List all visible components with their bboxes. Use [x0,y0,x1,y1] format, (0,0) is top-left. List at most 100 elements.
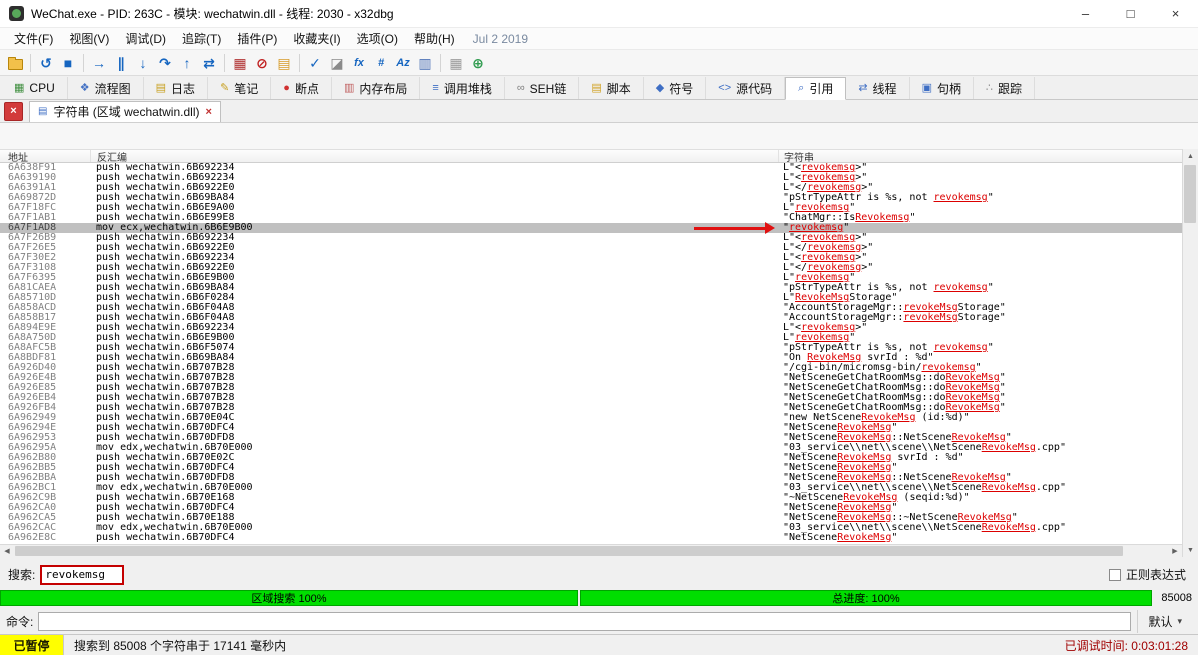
x32dbg-window: WeChat.exe - PID: 263C - 模块: wechatwin.d… [0,0,1198,655]
text-case-icon-glyph: Az [396,56,410,69]
check-icon-glyph: ✓ [309,54,321,71]
tab-label: 句柄 [936,81,961,96]
tab-strings-region[interactable]: ▤ 字符串 (区域 wechatwin.dll) × [29,100,221,122]
log-icon: ▤ [155,81,167,94]
tab-breakpoints[interactable]: ● 断点 [271,77,332,99]
tab-threads[interactable]: ⇄ 线程 [846,77,910,99]
command-input[interactable] [38,612,1132,631]
tab-notes[interactable]: ✎ 笔记 [208,77,272,99]
eraser-icon[interactable]: ◪ [326,52,348,74]
tab-handles[interactable]: ▣ 句柄 [910,77,974,99]
hash-icon-glyph: # [377,56,385,69]
search-match: RevokeMsg [981,482,1036,493]
progress-row: 区域搜索 100% 总进度: 100% 85008 [0,590,1198,606]
horizontal-scrollbar[interactable]: ◀ ▶ [0,544,1182,557]
log-page-icon[interactable]: ▤ [273,52,295,74]
tab-memory-map[interactable]: ▥ 内存布局 [332,77,421,99]
step-into-icon[interactable]: ↓ [132,52,154,74]
tab-call-stack[interactable]: ≡ 调用堆栈 [420,77,505,99]
total-progressbar: 总进度: 100% [580,590,1152,606]
tab-seh[interactable]: ∞ SEH链 [505,77,580,99]
close-all-tabs-button[interactable]: × [4,101,23,121]
scroll-down-icon[interactable]: ▼ [1183,543,1198,557]
menu-item[interactable]: 收藏夹(I) [285,28,348,49]
search-match: revokemsg [933,192,988,203]
close-button[interactable]: × [1153,0,1198,27]
tab-symbols[interactable]: ◆ 符号 [644,77,707,99]
tab-cpu[interactable]: ▦ CPU [2,77,68,99]
tab-label: 流程图 [94,81,131,96]
hash-icon[interactable]: # [370,52,392,74]
maximize-button[interactable]: □ [1108,0,1153,27]
step-over-icon[interactable]: ↷ [154,52,176,74]
menu-item[interactable]: 文件(F) [6,28,61,49]
minimize-button[interactable]: – [1063,0,1108,27]
tab-label: 断点 [294,81,319,96]
stop-icon[interactable]: ■ [57,52,79,74]
column-header-string[interactable]: 字符串 [778,150,1182,164]
vertical-scroll-thumb[interactable] [1184,165,1196,223]
tab-label: 源代码 [736,81,773,96]
search-match: revokemsg [933,282,988,293]
function-icon[interactable]: fx [348,52,370,74]
breakpoint-toggle-icon-glyph: ⊘ [256,54,268,71]
tab-log[interactable]: ▤ 日志 [144,77,209,99]
settings-icon[interactable]: ▦ [229,52,251,74]
vertical-scroll-track[interactable] [1183,163,1198,543]
tab-trace[interactable]: ∴ 跟踪 [974,77,1035,99]
grid-icon[interactable]: ▦ [445,52,467,74]
command-profile-select[interactable]: 默认 ▾ [1137,610,1192,633]
run-to-return-icon[interactable]: ↑ [176,52,198,74]
scroll-up-icon[interactable]: ▲ [1183,149,1198,163]
menu-item[interactable]: 选项(O) [349,28,406,49]
script-icon: ▤ [591,81,602,94]
globe-icon[interactable]: ⊕ [467,52,489,74]
debug-time: 已调试时间: 0:03:01:28 [1064,638,1188,653]
check-icon[interactable]: ✓ [304,52,326,74]
menu-item[interactable]: 帮助(H) [406,28,463,49]
vertical-scrollbar[interactable]: ▲ ▼ [1182,149,1198,557]
tab-label: CPU [29,81,55,95]
string-cell: "NetSceneRevokeMsg" [783,532,898,543]
tab-graph[interactable]: ❖ 流程图 [68,77,144,99]
columns-icon[interactable]: ▥ [414,52,436,74]
menu-item[interactable]: 追踪(T) [174,28,229,49]
strings-icon: ▤ [38,106,48,117]
menu-item[interactable]: 视图(V) [61,28,117,49]
text-case-icon[interactable]: Az [392,52,414,74]
scroll-left-icon[interactable]: ◀ [0,545,14,557]
annotation-arrow-icon [694,222,775,234]
tab-label: 笔记 [234,81,259,96]
table-row[interactable]: 6A962E8C push wechatwin.6B70DFC4 "NetScene… [0,533,1182,543]
window-title: WeChat.exe - PID: 263C - 模块: wechatwin.d… [31,7,394,21]
tab-script[interactable]: ▤ 脚本 [579,77,644,99]
search-match: RevokeMsg [837,532,892,543]
tab-label: 调用堆栈 [443,81,492,96]
region-search-progress-label: 区域搜索 100% [251,593,327,605]
scroll-right-icon[interactable]: ▶ [1168,545,1182,557]
pause-icon[interactable]: ∥ [110,52,132,74]
run-icon[interactable]: → [88,52,110,74]
menu-item[interactable]: 调试(D) [117,28,174,49]
regex-checkbox[interactable] [1108,568,1121,581]
subtab-close-icon[interactable]: × [205,106,211,118]
search-input[interactable] [40,564,125,585]
menu-item[interactable]: 插件(P) [229,28,285,49]
open-file-icon[interactable] [4,52,26,74]
tab-label: 内存布局 [359,81,408,96]
column-header-address[interactable]: 地址 [0,150,90,164]
breakpoint-toggle-icon[interactable]: ⊘ [251,52,273,74]
restart-icon[interactable]: ↺ [35,52,57,74]
tab-source[interactable]: <> 源代码 [706,77,786,99]
handles-icon: ▣ [921,81,932,94]
horizontal-scroll-thumb[interactable] [15,546,1123,556]
settings-icon-glyph: ▦ [233,54,247,71]
tab-references[interactable]: ⌕ 引用 [785,77,847,100]
x32dbg-app-icon [9,6,24,21]
graph-icon: ❖ [79,81,90,94]
close-all-icon: × [10,105,17,117]
step-back-icon[interactable]: ⇄ [198,52,220,74]
horizontal-scroll-track[interactable] [14,545,1168,557]
column-header-disassembly[interactable]: 反汇编 [90,150,778,164]
run-icon-glyph: → [92,54,106,71]
